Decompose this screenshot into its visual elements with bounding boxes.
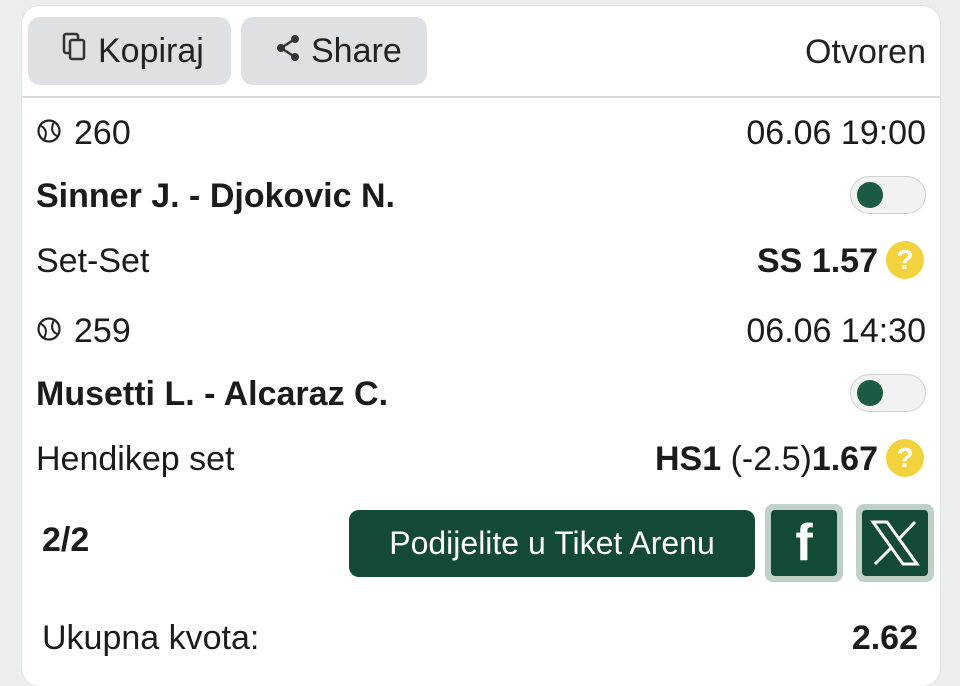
ticket-card: Kopiraj Share Otvoren 260 06.06 19:00 Si… (22, 6, 940, 686)
tennis-ball-icon (36, 312, 74, 351)
selection-count: 2/2 (42, 521, 90, 559)
share-button[interactable]: Share (241, 17, 427, 85)
help-icon[interactable]: ? (886, 241, 924, 279)
match-name: Musetti L. - Alcaraz C. (36, 375, 389, 413)
bet-toggle[interactable] (850, 176, 926, 214)
x-share-button[interactable] (856, 504, 934, 582)
bet-pick: HS1 (-2.5)1.67 (655, 440, 878, 479)
copy-label: Kopiraj (98, 31, 204, 70)
total-odds-value: 2.62 (851, 619, 918, 657)
event-datetime: 06.06 14:30 (746, 312, 926, 350)
bet-toggle[interactable] (850, 374, 926, 412)
x-logo-icon (862, 510, 928, 576)
facebook-share-button[interactable]: f (765, 504, 843, 582)
pick-odds: 1.57 (811, 242, 878, 280)
market-name: Hendikep set (36, 440, 235, 478)
help-icon[interactable]: ? (886, 439, 924, 477)
ticket-toolbar: Kopiraj Share Otvoren (22, 6, 940, 98)
bet-pick: SS 1.57 (757, 242, 878, 281)
ticket-status: Otvoren (805, 33, 926, 71)
match-name: Sinner J. - Djokovic N. (36, 177, 395, 215)
copy-icon (62, 32, 98, 71)
share-label: Share (311, 31, 402, 70)
share-icon (275, 32, 311, 71)
event-number: 260 (36, 114, 131, 153)
event-number: 259 (36, 312, 131, 351)
toggle-knob (857, 380, 883, 406)
pick-handicap: (-2.5) (730, 440, 812, 478)
copy-button[interactable]: Kopiraj (28, 17, 231, 85)
pick-code: SS (757, 242, 803, 280)
pick-odds: 1.67 (811, 440, 878, 478)
tennis-ball-icon (36, 114, 74, 153)
toggle-knob (857, 182, 883, 208)
event-datetime: 06.06 19:00 (746, 114, 926, 152)
facebook-icon: f (771, 510, 837, 576)
share-to-tiket-arena-button[interactable]: Podijelite u Tiket Arenu (349, 510, 755, 577)
market-name: Set-Set (36, 242, 150, 280)
pick-code: HS1 (654, 440, 722, 478)
total-odds-label: Ukupna kvota: (42, 619, 260, 657)
